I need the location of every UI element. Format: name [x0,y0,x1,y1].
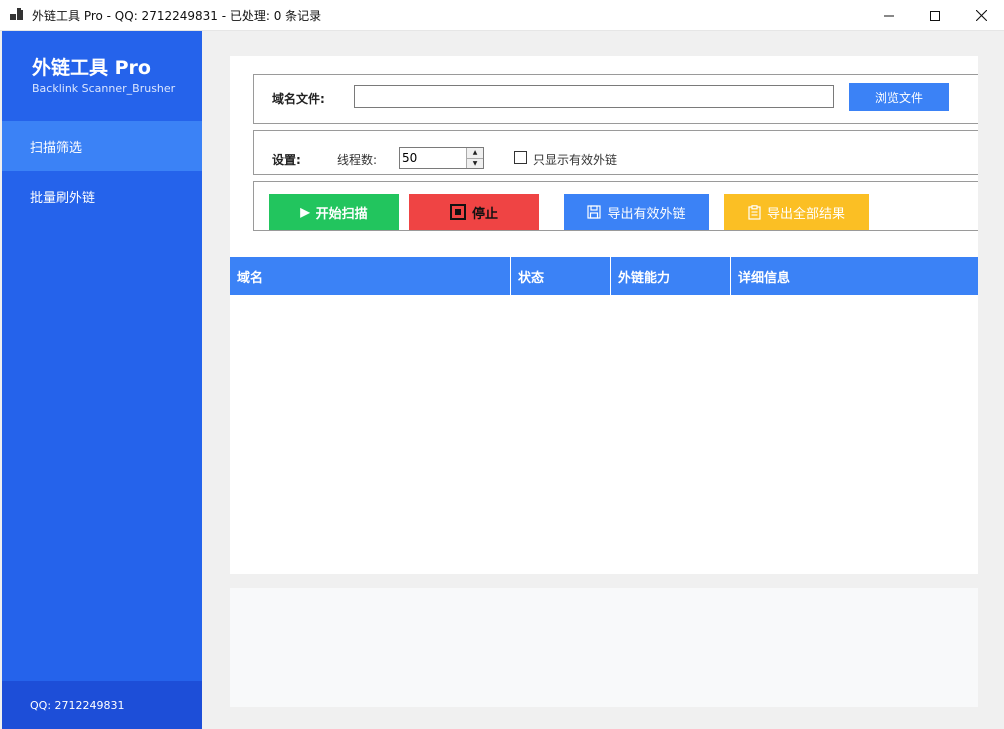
export-all-label: 导出全部结果 [766,205,845,221]
threads-input[interactable] [400,148,466,168]
column-header-details[interactable]: 详细信息 [731,257,978,295]
main-panel: 域名文件: 浏览文件 设置: 线程数: ▲ ▼ 只显示有效外链 ▶ 开始扫描 停… [230,56,978,574]
minimize-icon [884,15,894,16]
settings-group: 设置: 线程数: ▲ ▼ 只显示有效外链 [253,130,978,175]
save-icon [587,205,602,219]
file-path-input[interactable] [354,85,834,108]
close-button[interactable] [958,0,1004,31]
window-controls [866,0,1004,31]
maximize-icon [930,10,940,21]
stop-button[interactable]: 停止 [409,194,539,230]
qq-contact: QQ: 2712249831 [30,698,125,712]
file-group: 域名文件: 浏览文件 [253,74,978,124]
app-icon [10,8,24,22]
log-panel[interactable] [230,588,978,707]
sidebar-item-scan-filter[interactable]: 扫描筛选 [2,121,202,171]
sidebar-item-label: 批量刷外链 [30,190,96,206]
file-label: 域名文件: [272,92,325,106]
export-valid-label: 导出有效外链 [607,205,686,221]
threads-label: 线程数: [337,153,378,167]
window-title: 外链工具 Pro - QQ: 2712249831 - 已处理: 0 条记录 [32,8,322,23]
play-icon: ▶ [300,205,310,219]
maximize-button[interactable] [912,0,958,31]
results-table-header: 域名 状态 外链能力 详细信息 [230,257,978,295]
column-header-domain[interactable]: 域名 [230,257,511,295]
brand-title: 外链工具 Pro [32,57,151,79]
actions-group: ▶ 开始扫描 停止 导出有效外链 导出全部结果 [253,181,978,231]
stepper-down-icon[interactable]: ▼ [467,158,483,168]
clipboard-icon [748,204,761,220]
export-valid-button[interactable]: 导出有效外链 [564,194,709,230]
title-bar: 外链工具 Pro - QQ: 2712249831 - 已处理: 0 条记录 [0,0,1004,31]
browse-file-button[interactable]: 浏览文件 [849,83,949,111]
column-header-backlink-ability[interactable]: 外链能力 [611,257,731,295]
sidebar-item-label: 扫描筛选 [30,140,83,156]
start-scan-label: 开始扫描 [315,205,368,221]
only-valid-checkbox[interactable] [514,151,527,164]
stepper-up-icon[interactable]: ▲ [467,148,483,159]
stop-label: 停止 [471,205,498,221]
sidebar-footer: QQ: 2712249831 [2,681,202,729]
export-all-button[interactable]: 导出全部结果 [724,194,869,230]
minimize-button[interactable] [866,0,912,31]
start-scan-button[interactable]: ▶ 开始扫描 [269,194,399,230]
close-icon [975,10,987,21]
sidebar: 外链工具 Pro Backlink Scanner_Brusher 扫描筛选 批… [2,31,202,729]
threads-stepper[interactable]: ▲ ▼ [399,147,484,169]
only-valid-label: 只显示有效外链 [533,153,618,167]
stop-icon [449,204,466,220]
column-header-status[interactable]: 状态 [511,257,611,295]
sidebar-item-batch-backlinks[interactable]: 批量刷外链 [2,171,202,221]
settings-label: 设置: [272,153,301,167]
brand-subtitle: Backlink Scanner_Brusher [32,82,176,95]
